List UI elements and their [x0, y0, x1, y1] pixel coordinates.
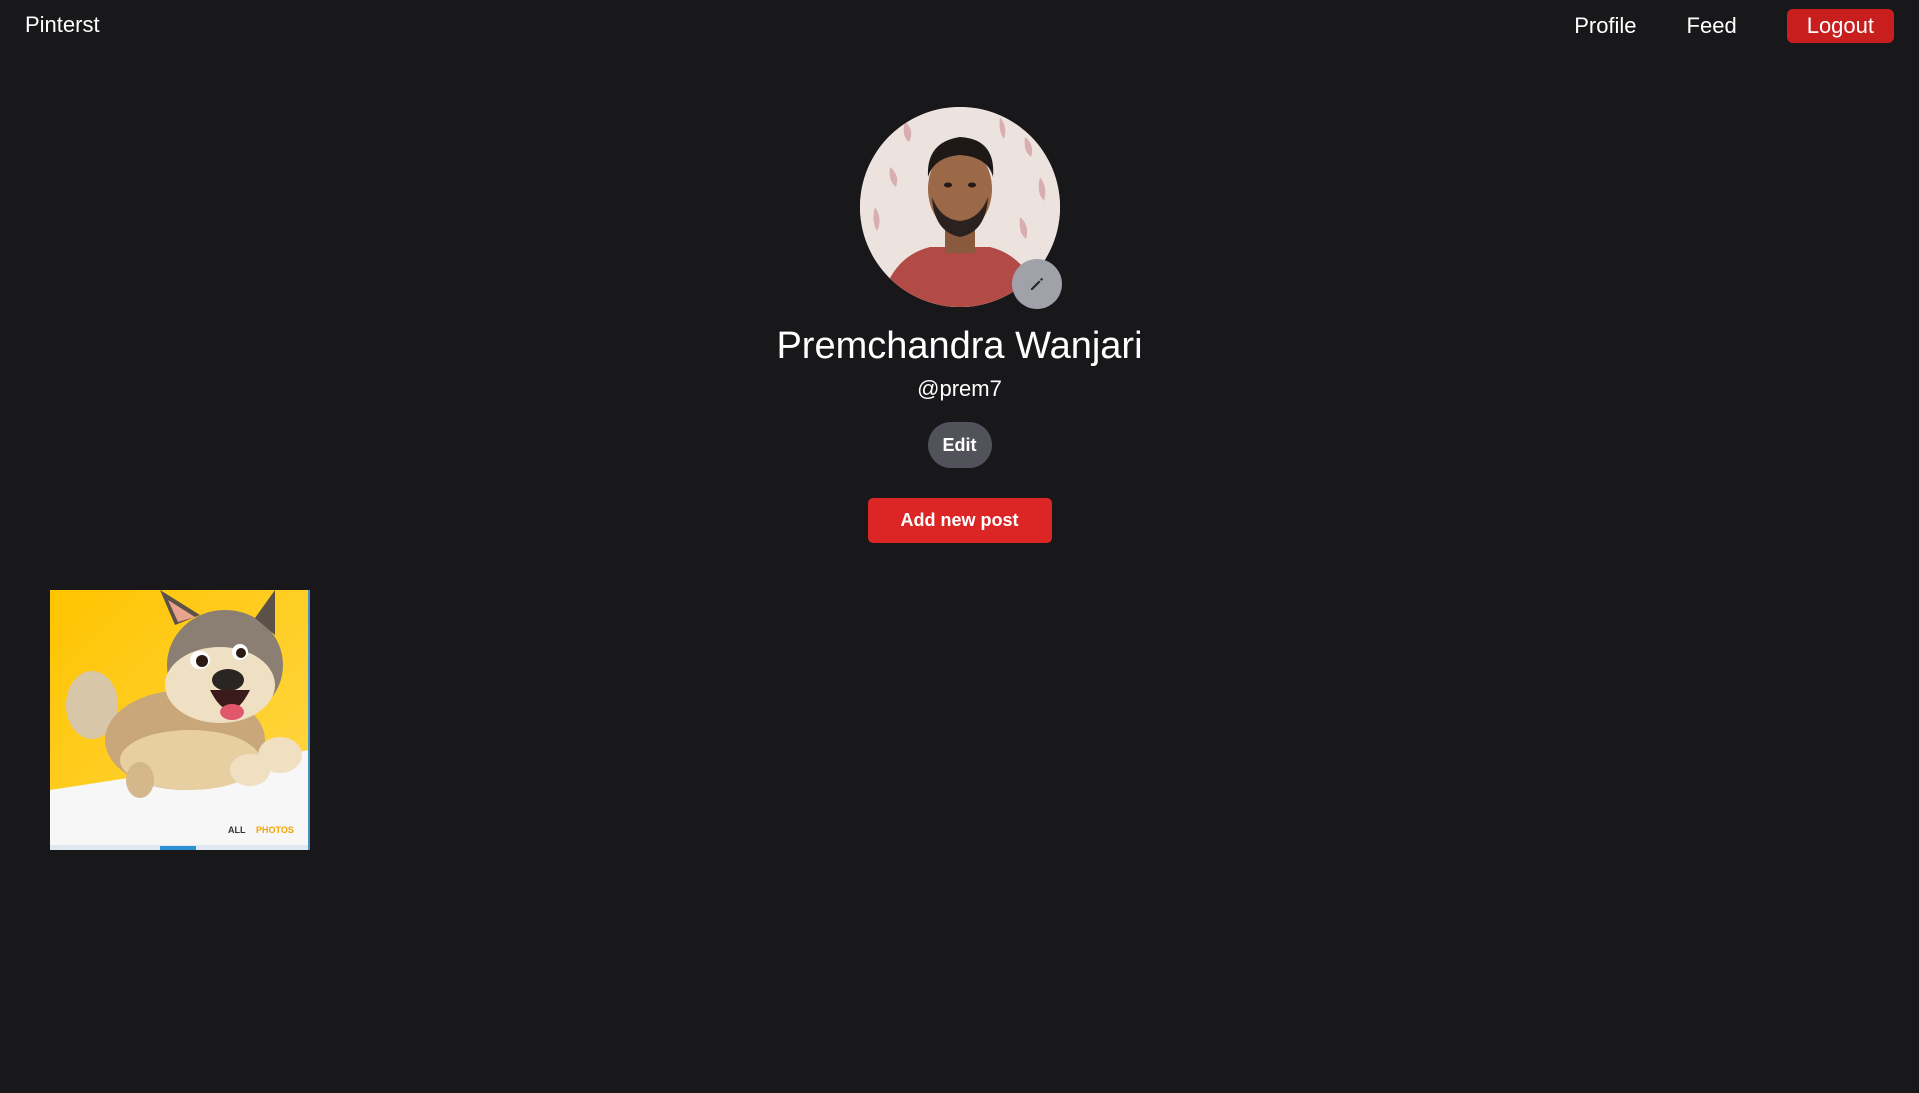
pencil-icon [1030, 278, 1043, 290]
profile-page: Pinterst Profile Feed Logout Premchandra… [0, 0, 1919, 1093]
post-overlay-photos: PHOTOS [256, 825, 294, 835]
profile-username: @prem7 [917, 376, 1002, 401]
add-new-post-button[interactable]: Add new post [867, 498, 1052, 543]
posts-grid: ALL PHOTOS [50, 590, 310, 850]
brand-logo[interactable]: Pinterst [25, 12, 100, 38]
profile-name: Premchandra Wanjari [776, 325, 1143, 367]
nav-links: Profile Feed Logout [1574, 9, 1894, 43]
nav-profile-link[interactable]: Profile [1574, 13, 1636, 39]
edit-profile-button[interactable]: Edit [927, 422, 992, 468]
post-card[interactable]: ALL PHOTOS [50, 590, 310, 850]
avatar-container [859, 107, 1062, 309]
logout-button[interactable]: Logout [1786, 9, 1894, 43]
edit-avatar-button[interactable] [1011, 259, 1062, 309]
nav-feed-link[interactable]: Feed [1687, 13, 1737, 39]
top-nav: Pinterst Profile Feed Logout [0, 0, 1919, 50]
post-overlay-all: ALL [228, 825, 246, 835]
cartoon-dog-image: ALL PHOTOS [50, 590, 310, 850]
profile-header: Premchandra Wanjari @prem7 Edit Add new … [0, 107, 1919, 543]
